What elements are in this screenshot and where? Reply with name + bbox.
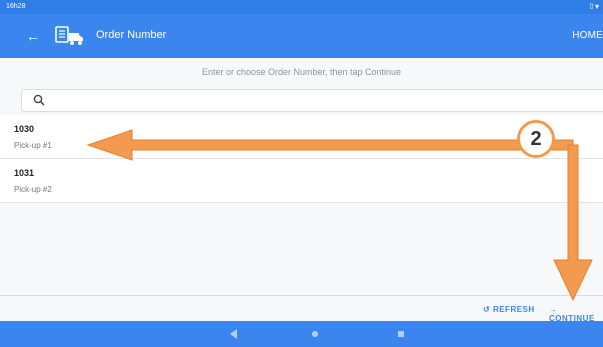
nav-home-icon[interactable] <box>312 331 318 337</box>
status-bar: 16h28 ⇧▾ <box>0 0 603 14</box>
signal-icon: ⇧▾ <box>588 2 599 11</box>
arrow-right-icon: → <box>549 305 558 314</box>
action-bar: ↺ REFRESH → CONTINUE <box>0 295 603 323</box>
status-time: 16h28 <box>6 3 26 10</box>
order-number: 1030 <box>14 124 35 134</box>
instruction-text: Enter or choose Order Number, then tap C… <box>201 67 402 77</box>
app-bar: ← Order Number HOME <box>0 14 603 58</box>
search-icon <box>33 94 45 106</box>
nav-back-icon[interactable] <box>230 329 237 339</box>
order-label: Pick-up #1 <box>14 141 52 150</box>
order-number: 1031 <box>14 168 35 178</box>
back-arrow-icon[interactable]: ← <box>26 29 44 43</box>
refresh-button[interactable]: ↺ REFRESH <box>483 305 535 314</box>
order-label: Pick-up #2 <box>14 185 52 194</box>
nav-recent-apps-icon[interactable] <box>398 331 404 337</box>
page-title: Order Number <box>96 29 167 41</box>
truck-document-icon <box>55 26 83 45</box>
list-item[interactable]: 1030 Pick-up #1 <box>0 115 603 159</box>
step-badge: 2 <box>517 120 555 158</box>
order-list: 1030 Pick-up #1 1031 Pick-up #2 <box>0 115 603 203</box>
system-nav-bar <box>0 321 603 347</box>
home-button[interactable]: HOME <box>572 30 603 41</box>
list-item[interactable]: 1031 Pick-up #2 <box>0 159 603 203</box>
refresh-label: REFRESH <box>492 305 535 314</box>
refresh-icon: ↺ <box>483 305 491 314</box>
order-content: Enter or choose Order Number, then tap C… <box>0 58 603 295</box>
search-input[interactable] <box>21 89 603 112</box>
